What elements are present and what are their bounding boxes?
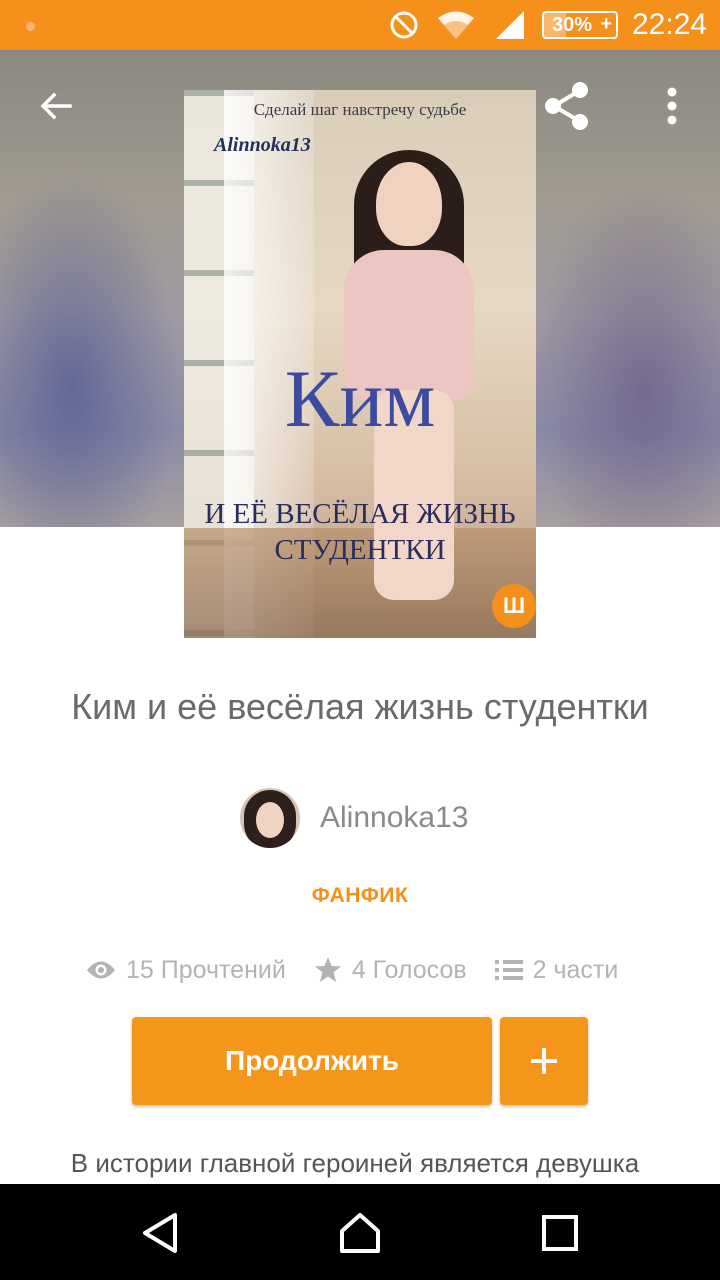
nav-recents-icon: [542, 1215, 578, 1251]
author-link[interactable]: Alinnoka13: [240, 788, 468, 848]
cover-author: Alinnoka13: [214, 134, 311, 156]
system-nav-bar: [0, 1184, 720, 1280]
notification-dot-icon: [26, 22, 35, 31]
status-bar: 30% + 22:24: [0, 0, 720, 50]
avatar[interactable]: [240, 788, 300, 848]
star-icon: [314, 957, 341, 982]
story-title: Ким и её весёлая жизнь студентки: [71, 686, 649, 727]
list-icon: [494, 960, 523, 980]
votes-count: 4 Голосов: [351, 955, 467, 984]
battery-charging-icon: 30% +: [542, 11, 618, 39]
cover-title: Ким: [284, 353, 436, 444]
more-vert-icon: [667, 87, 677, 125]
share-icon: [545, 82, 588, 130]
nav-back-icon: [143, 1213, 177, 1253]
cellular-signal-icon: [494, 9, 528, 46]
more-options-button[interactable]: [642, 76, 702, 136]
story-cover[interactable]: Сделай шаг навстречу судьбе Alinnoka13 К…: [184, 90, 536, 638]
back-arrow-icon: [40, 92, 72, 120]
share-button[interactable]: [537, 76, 597, 136]
category-tag[interactable]: ФАНФИК: [0, 884, 720, 908]
reads-count: 15 Прочтений: [126, 955, 286, 984]
charging-plus-icon: +: [600, 13, 612, 35]
battery-level: 30%: [552, 14, 593, 36]
nav-recents-button[interactable]: [525, 1198, 595, 1268]
plus-icon: [531, 1048, 557, 1074]
blur-decoration: [530, 180, 720, 527]
do-not-disturb-icon: [388, 9, 420, 46]
blur-decoration: [0, 170, 180, 527]
cover-subtitle-line1: И ЕЁ ВЕСЁЛАЯ ЖИЗНЬ: [204, 498, 516, 530]
nav-home-button[interactable]: [325, 1198, 395, 1268]
cover-subtitle-line2: СТУДЕНТКИ: [274, 534, 446, 566]
avatar-face: [256, 802, 284, 838]
author-name[interactable]: Alinnoka13: [320, 801, 468, 835]
story-stats: 15 Прочтений 4 Голосов 2 части: [86, 948, 618, 992]
cover-person-face: [376, 162, 442, 246]
reads-stat: 15 Прочтений: [86, 956, 286, 985]
wifi-icon: [436, 9, 476, 46]
votes-stat: 4 Голосов: [314, 956, 467, 985]
nav-back-button[interactable]: [125, 1198, 195, 1268]
cover-tagline: Сделай шаг навстречу судьбе: [253, 100, 467, 119]
add-to-library-button[interactable]: [500, 1017, 588, 1105]
back-button[interactable]: [26, 76, 86, 136]
nav-home-icon: [340, 1213, 380, 1253]
parts-count[interactable]: 2 части: [533, 956, 619, 985]
status-time: 22:24: [632, 8, 708, 41]
continue-reading-button[interactable]: Продолжить: [132, 1017, 492, 1105]
eye-icon: [87, 961, 115, 979]
wattpad-badge-icon: Ш: [492, 584, 536, 628]
parts-stat[interactable]: 2 части: [494, 956, 619, 985]
story-description: В истории главной героиней является деву…: [70, 1148, 640, 1178]
